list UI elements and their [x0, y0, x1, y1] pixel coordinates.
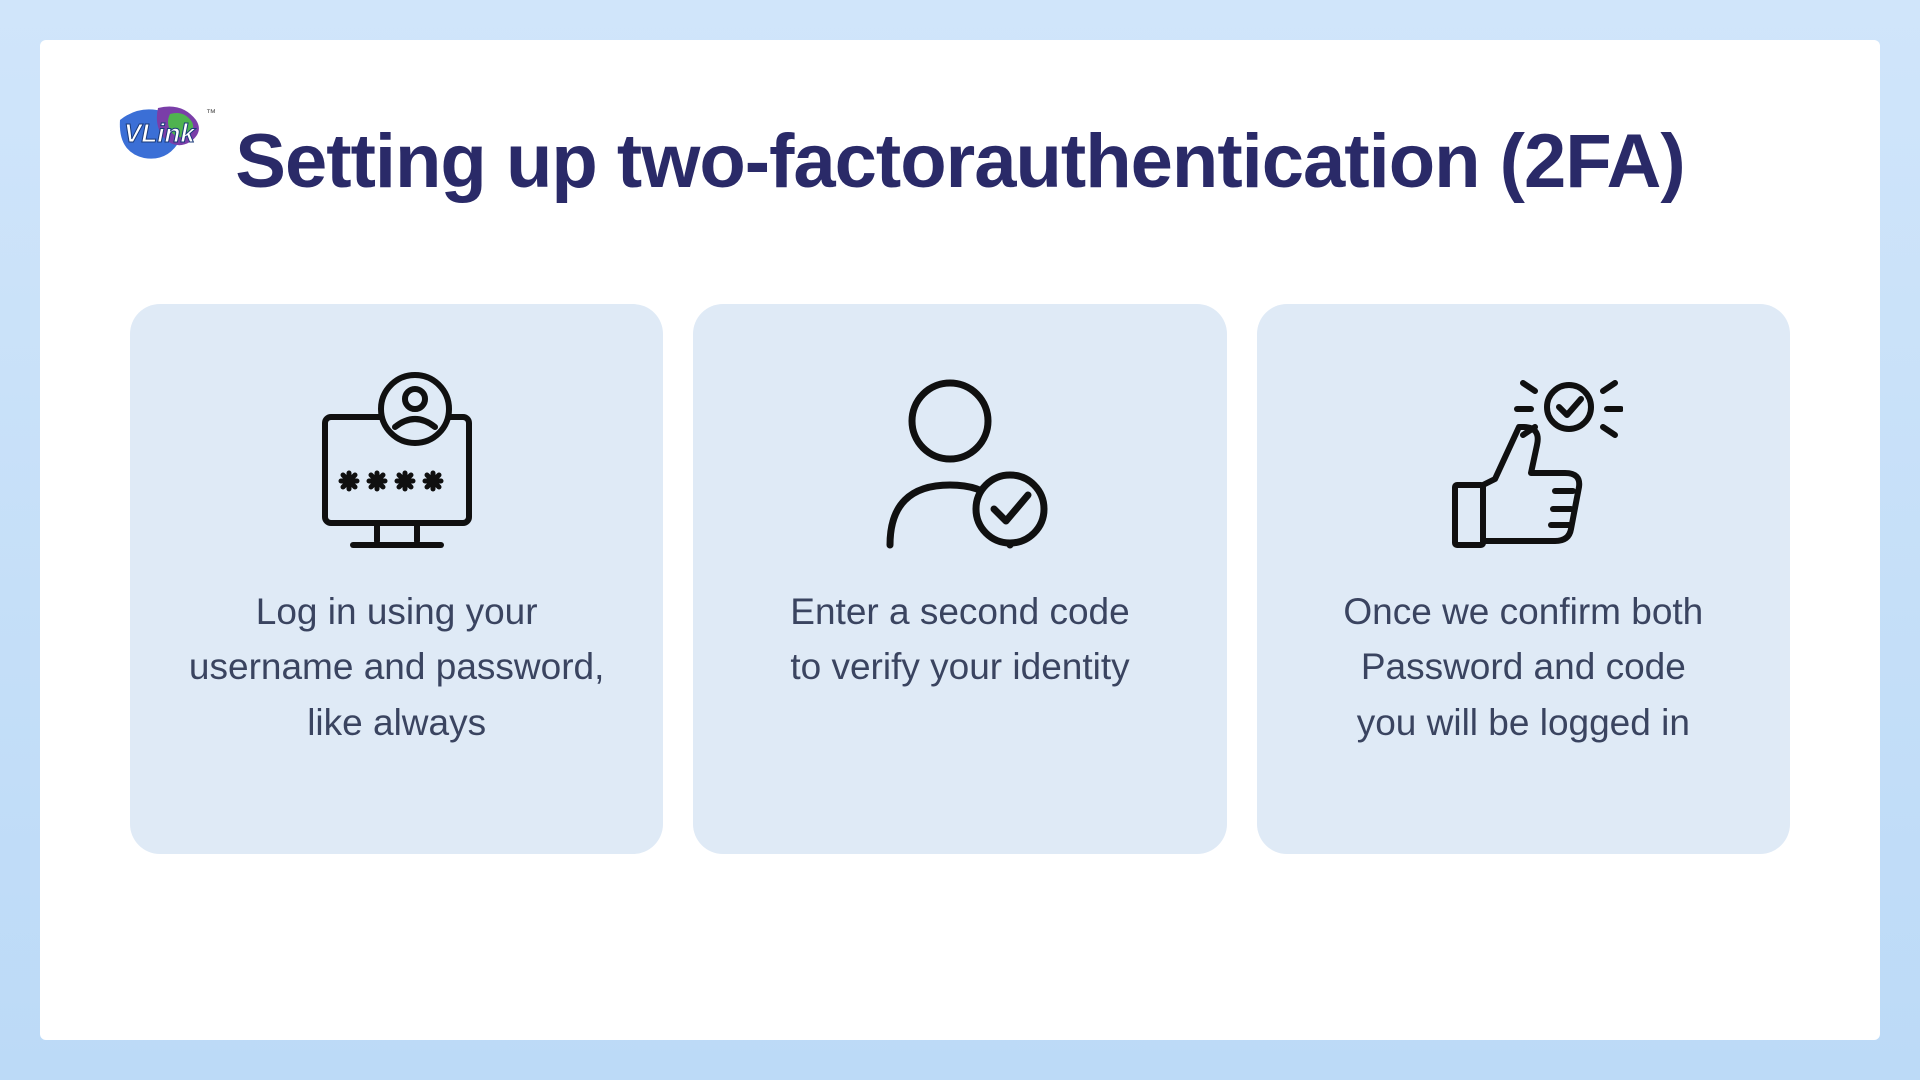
- cards-row: Log in using your username and password,…: [130, 304, 1790, 854]
- user-verify-icon: [860, 364, 1060, 564]
- page: VLink ™ Setting up two-factorauthenticat…: [40, 40, 1880, 1040]
- svg-text:™: ™: [206, 108, 216, 119]
- step-card-2: Enter a second code to verify your ident…: [693, 304, 1226, 854]
- brand-text: VLink: [124, 118, 196, 148]
- page-title: Setting up two-factorauthentication (2FA…: [130, 120, 1790, 204]
- step-text-3: Once we confirm both Password and code y…: [1343, 584, 1703, 751]
- step-text-2: Enter a second code to verify your ident…: [790, 584, 1129, 695]
- login-password-icon: [307, 364, 487, 564]
- step-text-1: Log in using your username and password,…: [189, 584, 604, 751]
- step-card-1: Log in using your username and password,…: [130, 304, 663, 854]
- brand-logo: VLink ™: [110, 100, 220, 177]
- step-card-3: Once we confirm both Password and code y…: [1257, 304, 1790, 854]
- thumbs-up-check-icon: [1423, 364, 1623, 564]
